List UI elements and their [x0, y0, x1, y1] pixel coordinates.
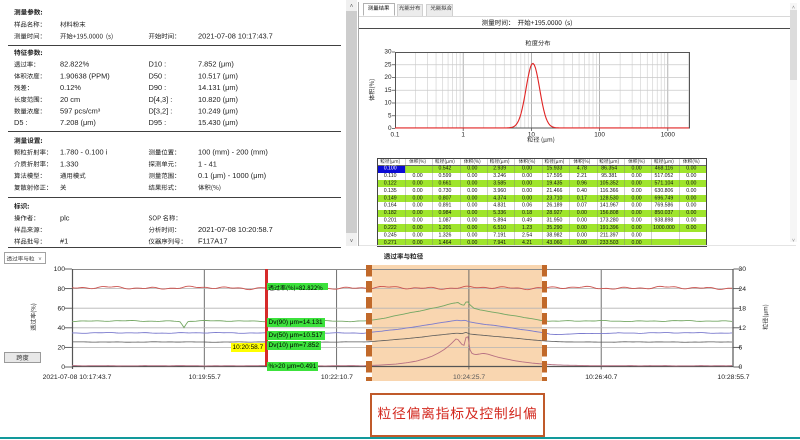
svg-text:F117A17: F117A17 [198, 237, 227, 246]
svg-text:20 cm: 20 cm [60, 95, 80, 104]
svg-text:1: 1 [461, 131, 465, 138]
svg-text:10: 10 [384, 100, 392, 107]
svg-text:0.1: 0.1 [391, 131, 400, 138]
svg-text:1 - 41: 1 - 41 [198, 159, 217, 168]
svg-text:25: 25 [384, 61, 392, 68]
svg-text:82.822%: 82.822% [60, 60, 90, 69]
svg-text:10.820 (μm): 10.820 (μm) [198, 95, 238, 104]
svg-text:2021-07-08 10:17:43.7: 2021-07-08 10:17:43.7 [43, 374, 112, 381]
svg-text:D10 :: D10 : [149, 60, 167, 69]
svg-text:1.780 - 0.100 i: 1.780 - 0.100 i [60, 148, 108, 157]
svg-text:plc: plc [60, 213, 70, 222]
svg-text:10:22:10.7: 10:22:10.7 [321, 374, 353, 381]
svg-text:10: 10 [528, 131, 536, 138]
svg-text:2021-07-08 10:20:58.7: 2021-07-08 10:20:58.7 [198, 225, 273, 234]
svg-text:1.330: 1.330 [60, 159, 79, 168]
svg-text:30: 30 [384, 49, 392, 56]
svg-text:2021-07-08 10:17:43.7: 2021-07-08 10:17:43.7 [198, 32, 273, 41]
svg-text:0: 0 [739, 364, 743, 371]
svg-text:20: 20 [57, 345, 65, 352]
svg-text:24: 24 [739, 286, 747, 293]
svg-text:D5 :: D5 : [14, 118, 28, 127]
svg-text:12: 12 [739, 325, 747, 332]
svg-text:100: 100 [54, 266, 66, 273]
svg-text:0.1 (μm) - 1000 (μm): 0.1 (μm) - 1000 (μm) [198, 171, 266, 180]
svg-text:100: 100 [594, 131, 605, 138]
svg-text:10:26:40.7: 10:26:40.7 [585, 374, 617, 381]
svg-text:0: 0 [388, 125, 392, 132]
svg-text:80: 80 [57, 286, 65, 293]
svg-text:5: 5 [388, 112, 392, 119]
svg-text:10:28:55.7: 10:28:55.7 [717, 374, 749, 381]
svg-text:#1: #1 [60, 237, 68, 246]
svg-text:7.852 (μm): 7.852 (μm) [198, 60, 234, 69]
svg-text:1.90638 (PPM): 1.90638 (PPM) [60, 71, 110, 80]
svg-text:6: 6 [739, 345, 743, 352]
svg-text:D[3,2] :: D[3,2] : [149, 107, 173, 116]
svg-text:30: 30 [739, 266, 747, 273]
svg-text:18: 18 [739, 305, 747, 312]
svg-text:0: 0 [61, 364, 65, 371]
svg-text:D95 :: D95 : [149, 118, 167, 127]
svg-text:15: 15 [384, 87, 392, 94]
svg-text:D50 :: D50 : [149, 71, 167, 80]
svg-text:10:19:55.7: 10:19:55.7 [189, 374, 221, 381]
svg-text:D90 :: D90 : [149, 83, 167, 92]
svg-text:10.249 (μm): 10.249 (μm) [198, 107, 238, 116]
svg-text:D[4,3] :: D[4,3] : [149, 95, 173, 104]
svg-text:15.430 (μm): 15.430 (μm) [198, 118, 238, 127]
svg-text:20: 20 [384, 74, 392, 81]
svg-text:14.131 (μm): 14.131 (μm) [198, 83, 238, 92]
svg-text:7.208 (μm): 7.208 (μm) [60, 118, 96, 127]
svg-text:0.12%: 0.12% [60, 83, 81, 92]
svg-text:60: 60 [57, 305, 65, 312]
svg-text:40: 40 [57, 325, 65, 332]
svg-text:1000: 1000 [661, 131, 676, 138]
svg-text:10.517 (μm): 10.517 (μm) [198, 71, 238, 80]
svg-text:100 (mm) - 200 (mm): 100 (mm) - 200 (mm) [198, 148, 268, 157]
svg-text:597 pcs/cm³: 597 pcs/cm³ [60, 107, 101, 116]
